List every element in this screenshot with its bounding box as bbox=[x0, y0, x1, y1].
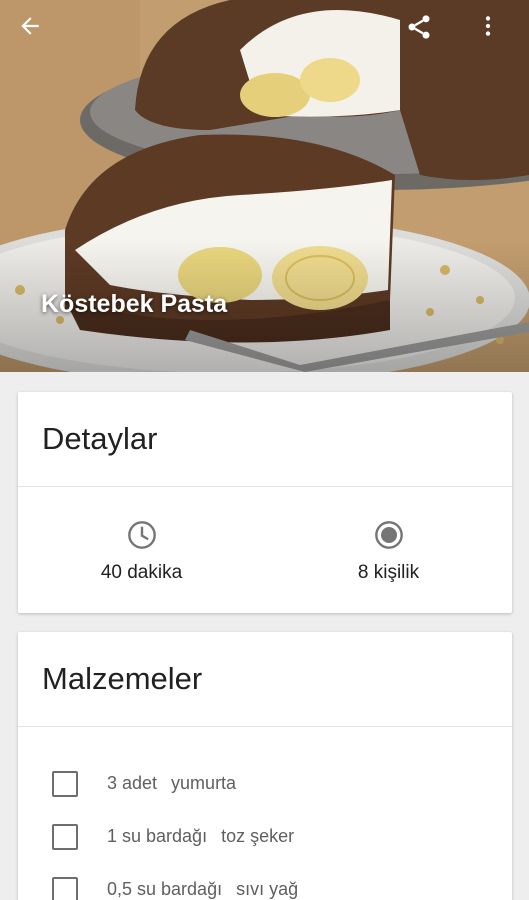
clock-icon bbox=[127, 521, 156, 549]
details-title: Detaylar bbox=[18, 392, 512, 487]
ingredient-name: yumurta bbox=[171, 773, 237, 793]
ingredient-name: toz şeker bbox=[221, 826, 295, 846]
ingredient-amount: 1 su bardağı bbox=[107, 826, 208, 846]
ingredient-item[interactable]: 1 su bardağı toz şeker bbox=[18, 810, 512, 863]
share-button[interactable] bbox=[405, 13, 453, 61]
details-card: Detaylar 40 dakika 8 kişilik bbox=[18, 392, 512, 613]
back-button[interactable] bbox=[17, 13, 65, 61]
ingredient-item[interactable]: 0,5 su bardağı sıvı yağ bbox=[18, 863, 512, 900]
ingredient-checkbox[interactable] bbox=[52, 876, 78, 900]
ingredient-amount: 0,5 su bardağı bbox=[107, 879, 223, 899]
ingredient-amount: 3 adet bbox=[107, 773, 158, 793]
ingredient-name: sıvı yağ bbox=[236, 879, 299, 899]
more-options-button[interactable] bbox=[475, 13, 523, 61]
ingredients-title: Malzemeler bbox=[18, 632, 512, 727]
share-icon bbox=[408, 15, 430, 39]
cooking-time-text: 40 dakika bbox=[100, 562, 183, 583]
radio-dot-icon bbox=[374, 521, 403, 549]
ingredient-item[interactable]: 3 adet yumurta bbox=[18, 757, 512, 810]
recipe-title: Köstebek Pasta bbox=[41, 290, 228, 318]
ingredient-checkbox[interactable] bbox=[52, 823, 78, 850]
arrow-back-icon bbox=[21, 17, 39, 35]
ingredients-list: 3 adet yumurta 1 su bardağı toz şeker 0,… bbox=[18, 727, 512, 900]
ingredients-card: Malzemeler 3 adet yumurta 1 su bardağı t… bbox=[18, 632, 512, 900]
cooking-time: 40 dakika bbox=[18, 487, 265, 613]
servings-text: 8 kişilik bbox=[357, 562, 420, 583]
more-vert-icon bbox=[485, 16, 491, 36]
servings: 8 kişilik bbox=[265, 487, 512, 613]
details-row: 40 dakika 8 kişilik bbox=[18, 487, 512, 613]
ingredient-checkbox[interactable] bbox=[52, 770, 78, 797]
recipe-hero-image: Köstebek Pasta bbox=[0, 0, 529, 372]
